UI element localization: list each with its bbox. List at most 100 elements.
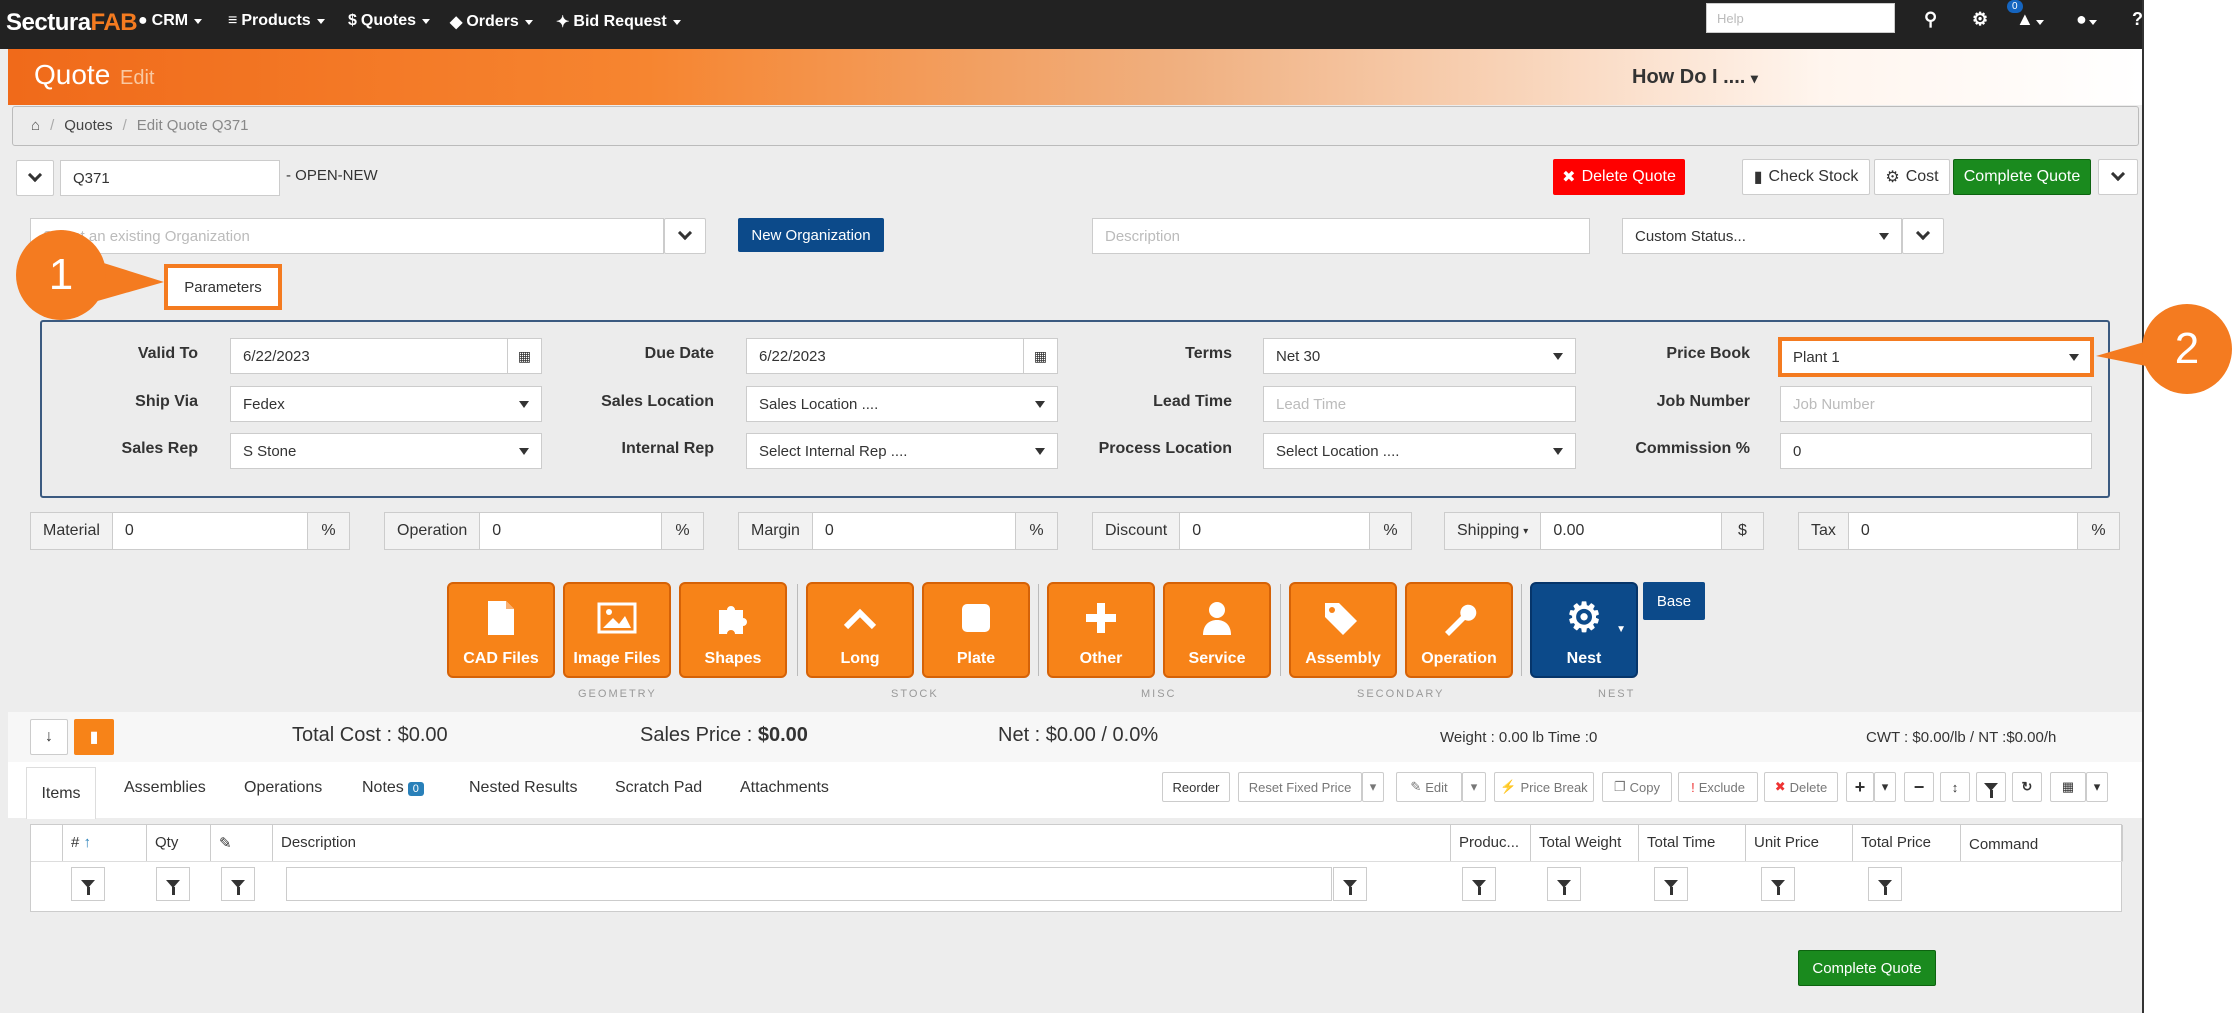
filter-total-weight-button[interactable] [1547, 867, 1581, 901]
reset-fixed-price-dropdown[interactable]: ▾ [1362, 772, 1384, 802]
bottom-complete-quote-button[interactable]: Complete Quote [1798, 950, 1936, 986]
complete-quote-button[interactable]: Complete Quote [1953, 159, 2091, 195]
grid-header-product[interactable]: Produc... [1451, 825, 1531, 861]
long-tile[interactable]: Long [806, 582, 914, 678]
valid-to-input[interactable]: 6/22/2023 ▦ [230, 338, 542, 374]
other-tile[interactable]: Other [1047, 582, 1155, 678]
tab-scratch-pad[interactable]: Scratch Pad [615, 779, 702, 797]
operation-tile[interactable]: Operation [1405, 582, 1513, 678]
download-button[interactable]: ↓ [30, 719, 68, 755]
grid-header-description[interactable]: Description [273, 825, 1451, 861]
lead-time-input[interactable]: Lead Time [1263, 386, 1576, 422]
add-dropdown[interactable]: ▾ [1874, 772, 1896, 802]
tab-nested-results[interactable]: Nested Results [469, 779, 578, 797]
calendar-icon[interactable]: ▦ [507, 339, 541, 373]
home-icon[interactable]: ⌂ [31, 117, 40, 135]
calendar-icon[interactable]: ▦ [1023, 339, 1057, 373]
edit-button[interactable]: ✎ Edit [1396, 772, 1462, 802]
process-location-select[interactable]: Select Location .... [1263, 433, 1576, 469]
user-menu-icon[interactable]: ● [2076, 9, 2097, 30]
cad-files-tile[interactable]: CAD Files [447, 582, 555, 678]
price-break-button[interactable]: ⚡ Price Break [1494, 772, 1594, 802]
filter-total-time-button[interactable] [1654, 867, 1688, 901]
delete-quote-button[interactable]: ✖ Delete Quote [1553, 159, 1685, 195]
shipping-dropdown[interactable]: Shipping ▾ [1445, 513, 1542, 549]
filter-number-button[interactable] [71, 867, 105, 901]
filter-product-button[interactable] [1462, 867, 1496, 901]
filter-attachment-button[interactable] [221, 867, 255, 901]
cost-button[interactable]: ⚙ Cost [1874, 159, 1950, 195]
terms-select[interactable]: Net 30 [1263, 338, 1576, 374]
plate-tile[interactable]: Plate [922, 582, 1030, 678]
grid-header-unit-price[interactable]: Unit Price [1746, 825, 1853, 861]
help-question-icon[interactable]: ? [2132, 9, 2142, 30]
image-files-tile[interactable]: Image Files [563, 582, 671, 678]
nav-crm[interactable]: ● CRM [138, 12, 203, 30]
custom-status-select[interactable]: Custom Status... [1622, 218, 1902, 254]
ship-via-select[interactable]: Fedex [230, 386, 542, 422]
check-stock-button[interactable]: ▮ Check Stock [1742, 159, 1870, 195]
nest-dropdown-caret[interactable]: ▼ [1616, 624, 1626, 635]
operation-input[interactable]: 0 [480, 513, 661, 549]
how-do-i-menu[interactable]: How Do I .... ▾ [1632, 66, 1758, 89]
exclude-button[interactable]: ! Exclude [1678, 772, 1758, 802]
new-organization-button[interactable]: New Organization [738, 218, 884, 252]
refresh-button[interactable]: ↻ [2012, 772, 2042, 802]
quote-expand-button[interactable] [16, 160, 54, 196]
nav-bid-request[interactable]: ✦ Bid Request [556, 12, 681, 32]
shipping-input[interactable]: 0.00 [1541, 513, 1721, 549]
job-number-input[interactable]: Job Number [1780, 386, 2092, 422]
copy-button[interactable]: ❐ Copy [1602, 772, 1672, 802]
internal-rep-select[interactable]: Select Internal Rep .... [746, 433, 1058, 469]
service-tile[interactable]: Service [1163, 582, 1271, 678]
columns-dropdown[interactable]: ▾ [2086, 772, 2108, 802]
document-button[interactable]: ▮ [74, 719, 114, 755]
nav-quotes[interactable]: $ Quotes [348, 12, 431, 30]
sales-rep-select[interactable]: S Stone [230, 433, 542, 469]
help-search-input[interactable]: Help [1706, 3, 1895, 33]
nest-tile[interactable]: ⚙ Nest ▼ [1530, 582, 1638, 678]
base-button[interactable]: Base [1643, 582, 1705, 620]
tab-notes[interactable]: Notes 0 [362, 779, 424, 797]
description-filter-input[interactable] [286, 867, 1332, 901]
tax-input[interactable]: 0 [1849, 513, 2077, 549]
tab-operations[interactable]: Operations [244, 779, 322, 797]
tab-items[interactable]: Items [26, 767, 96, 819]
filter-description-button[interactable] [1333, 867, 1367, 901]
grid-header-total-price[interactable]: Total Price [1853, 825, 1961, 861]
sales-location-select[interactable]: Sales Location .... [746, 386, 1058, 422]
grid-header-attachment[interactable]: ✎ [211, 825, 273, 861]
filter-total-price-button[interactable] [1868, 867, 1902, 901]
material-input[interactable]: 0 [113, 513, 307, 549]
due-date-input[interactable]: 6/22/2023 ▦ [746, 338, 1058, 374]
remove-button[interactable]: − [1904, 772, 1934, 802]
add-button[interactable]: + [1846, 772, 1874, 802]
notification-bell-icon[interactable]: ▲ [2016, 9, 2044, 30]
more-actions-button[interactable] [2098, 159, 2138, 195]
reset-fixed-price-button[interactable]: Reset Fixed Price [1238, 772, 1362, 802]
commission-input[interactable]: 0 [1780, 433, 2092, 469]
search-icon[interactable]: ⚲ [1924, 9, 1937, 30]
nav-orders[interactable]: ◆ Orders [450, 12, 533, 32]
assembly-tile[interactable]: Assembly [1289, 582, 1397, 678]
filter-qty-button[interactable] [156, 867, 190, 901]
nav-products[interactable]: ≡ Products [228, 12, 325, 30]
delete-button[interactable]: ✖ Delete [1764, 772, 1838, 802]
resize-height-button[interactable]: ↕ [1940, 772, 1970, 802]
organization-dropdown-button[interactable] [664, 218, 706, 254]
description-input[interactable]: Description [1092, 218, 1590, 254]
filter-button[interactable] [1976, 772, 2006, 802]
tab-attachments[interactable]: Attachments [740, 779, 829, 797]
grid-header-qty[interactable]: Qty [147, 825, 211, 861]
columns-button[interactable]: ▦ [2050, 772, 2086, 802]
brand-logo[interactable]: SecturaFAB [6, 9, 138, 37]
tab-parameters[interactable]: Parameters [164, 264, 282, 310]
filter-unit-price-button[interactable] [1761, 867, 1795, 901]
edit-dropdown[interactable]: ▾ [1462, 772, 1486, 802]
shapes-tile[interactable]: Shapes [679, 582, 787, 678]
gear-icon[interactable]: ⚙ [1972, 9, 1988, 30]
grid-header-total-time[interactable]: Total Time [1639, 825, 1746, 861]
reorder-button[interactable]: Reorder [1162, 772, 1230, 802]
margin-input[interactable]: 0 [813, 513, 1015, 549]
grid-header-total-weight[interactable]: Total Weight [1531, 825, 1639, 861]
